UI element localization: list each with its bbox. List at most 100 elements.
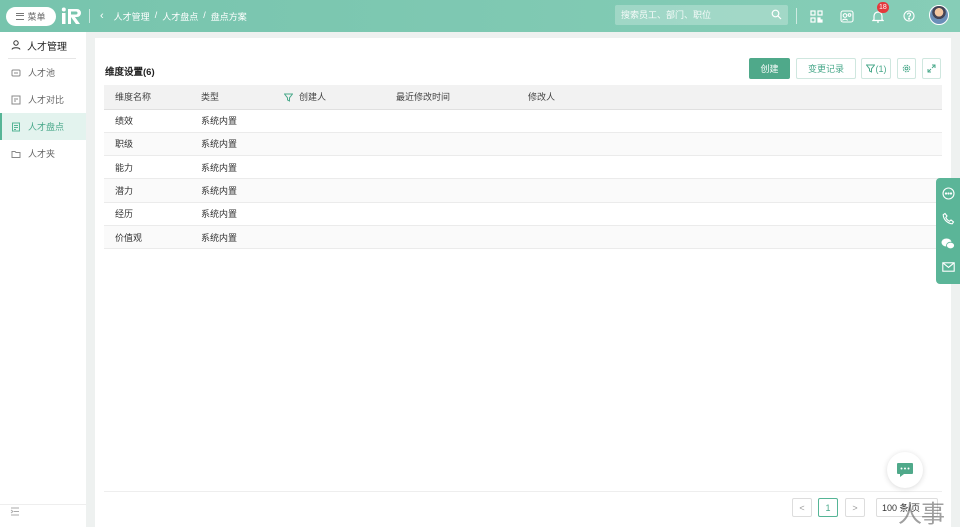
table-row[interactable]: 经历 系统内置 — [104, 202, 942, 226]
cell-modifier — [528, 178, 942, 203]
expand-icon — [927, 64, 936, 73]
cell-dimension-name: 经历 — [104, 202, 201, 226]
breadcrumb: 人才管理 / 人才盘点 / 盘点方案 — [114, 10, 247, 23]
email-icon[interactable] — [941, 262, 955, 275]
sidebar-item-talent-pool[interactable]: 人才池 — [0, 59, 86, 86]
breadcrumb-separator: / — [154, 9, 158, 20]
table-header-row: 维度名称 类型 创建人 最近修改时间 修改人 — [104, 85, 942, 110]
column-header: 最近修改时间 — [396, 85, 528, 110]
column-header: 类型 — [201, 92, 220, 103]
column-header: 创建人 — [299, 85, 396, 110]
cell-type: 系统内置 — [201, 132, 299, 157]
cell-modifier — [528, 225, 942, 250]
sidebar-title: 人才管理 — [27, 41, 67, 53]
cell-creator — [299, 178, 396, 203]
breadcrumb-item[interactable]: 人才盘点 — [162, 10, 198, 23]
cell-creator — [299, 155, 396, 180]
table-row[interactable]: 潜力 系统内置 — [104, 178, 942, 203]
search-input[interactable] — [621, 10, 766, 20]
cell-dimension-name: 绩效 — [104, 109, 201, 133]
cell-creator — [299, 132, 396, 157]
filter-button[interactable]: (1) — [861, 58, 891, 79]
column-header: 修改人 — [528, 85, 942, 110]
cell-creator — [299, 225, 396, 250]
table-row[interactable]: 价值观 系统内置 — [104, 225, 942, 250]
table-row[interactable]: 能力 系统内置 — [104, 155, 942, 180]
global-search — [615, 5, 788, 25]
wechat-icon[interactable] — [941, 238, 955, 253]
sidebar-footer-divider — [0, 504, 86, 505]
dimension-settings-card: 维度设置(6) 创建 变更记录 (1) 维度名称 类型 创建人 最近修改时间 修… — [95, 38, 951, 527]
phone-icon[interactable] — [942, 212, 955, 228]
cell-type: 系统内置 — [201, 155, 299, 180]
cell-modifier — [528, 202, 942, 226]
filter-icon — [865, 64, 875, 73]
table-row[interactable]: 绩效 系统内置 — [104, 109, 942, 133]
cell-modified-time — [396, 178, 528, 203]
cell-creator — [299, 202, 396, 226]
pagination-prev-button[interactable]: < — [792, 498, 812, 517]
cell-modifier — [528, 109, 942, 133]
cell-type: 系统内置 — [201, 178, 299, 203]
hamburger-icon — [16, 12, 25, 20]
column-filter-icon[interactable] — [283, 93, 293, 103]
cell-dimension-name: 能力 — [104, 155, 201, 180]
pool-icon — [11, 69, 21, 76]
cell-type: 系统内置 — [201, 109, 299, 133]
cell-modifier — [528, 155, 942, 180]
pagination-current-page[interactable]: 1 — [818, 498, 838, 517]
fullscreen-button[interactable] — [922, 58, 941, 79]
topbar-divider — [89, 9, 90, 23]
cell-type: 系统内置 — [201, 202, 299, 226]
chat-support-button[interactable] — [887, 452, 923, 488]
back-icon[interactable]: ‹ — [100, 10, 104, 22]
cell-dimension-name: 价值观 — [104, 225, 201, 250]
pagination-next-button[interactable]: > — [845, 498, 865, 517]
breadcrumb-current: 盘点方案 — [210, 11, 247, 22]
sidebar-item-label: 人才池 — [28, 68, 56, 78]
cell-modified-time — [396, 155, 528, 180]
column-header-type: 类型 — [201, 85, 299, 110]
app-logo[interactable] — [61, 6, 83, 26]
table-row[interactable]: 职级 系统内置 — [104, 132, 942, 157]
dimension-table: 维度名称 类型 创建人 最近修改时间 修改人 绩效 系统内置 职级 系统内置 能… — [104, 85, 942, 250]
cell-modifier — [528, 132, 942, 157]
menu-button[interactable]: 菜单 — [6, 6, 56, 26]
cell-type: 系统内置 — [201, 225, 299, 250]
qrcode-icon[interactable] — [809, 9, 823, 23]
chat-icon — [897, 463, 913, 477]
cell-dimension-name: 潜力 — [104, 178, 201, 203]
user-icon — [11, 40, 21, 50]
breadcrumb-item[interactable]: 人才管理 — [114, 10, 150, 23]
cell-dimension-name: 职级 — [104, 132, 201, 157]
sidebar-item-talent-inventory[interactable]: 人才盘点 — [0, 113, 86, 140]
contacts-icon[interactable] — [840, 9, 854, 23]
menu-label: 菜单 — [27, 11, 46, 22]
column-header: 维度名称 — [104, 85, 201, 110]
sidebar-item-label: 人才盘点 — [28, 122, 65, 132]
top-bar: 菜单 ‹ 人才管理 / 人才盘点 / 盘点方案 18 — [0, 0, 960, 32]
search-icon[interactable] — [771, 9, 782, 23]
card-title: 维度设置(6) — [105, 67, 155, 78]
cell-modified-time — [396, 132, 528, 157]
notification-badge: 18 — [877, 2, 889, 13]
table-footer-divider — [104, 491, 942, 492]
message-icon[interactable] — [941, 187, 955, 203]
change-log-button[interactable]: 变更记录 — [796, 58, 856, 79]
breadcrumb-separator: / — [203, 9, 206, 20]
create-button[interactable]: 创建 — [749, 58, 790, 79]
sidebar-item-label: 人才对比 — [28, 95, 65, 105]
settings-button[interactable] — [897, 58, 916, 79]
inventory-icon — [12, 122, 20, 131]
help-icon[interactable] — [902, 9, 916, 23]
cell-modified-time — [396, 109, 528, 133]
watermark: 人事 — [898, 500, 945, 527]
collapse-sidebar-icon[interactable] — [10, 507, 20, 519]
sidebar-item-label: 人才夹 — [28, 149, 56, 159]
notification-bell-icon[interactable]: 18 — [871, 2, 889, 23]
cell-modified-time — [396, 225, 528, 250]
user-avatar[interactable] — [929, 5, 949, 25]
gear-icon — [902, 64, 911, 73]
sidebar-item-talent-compare[interactable]: 人才对比 — [0, 86, 86, 113]
sidebar-item-talent-folder[interactable]: 人才夹 — [0, 140, 86, 167]
